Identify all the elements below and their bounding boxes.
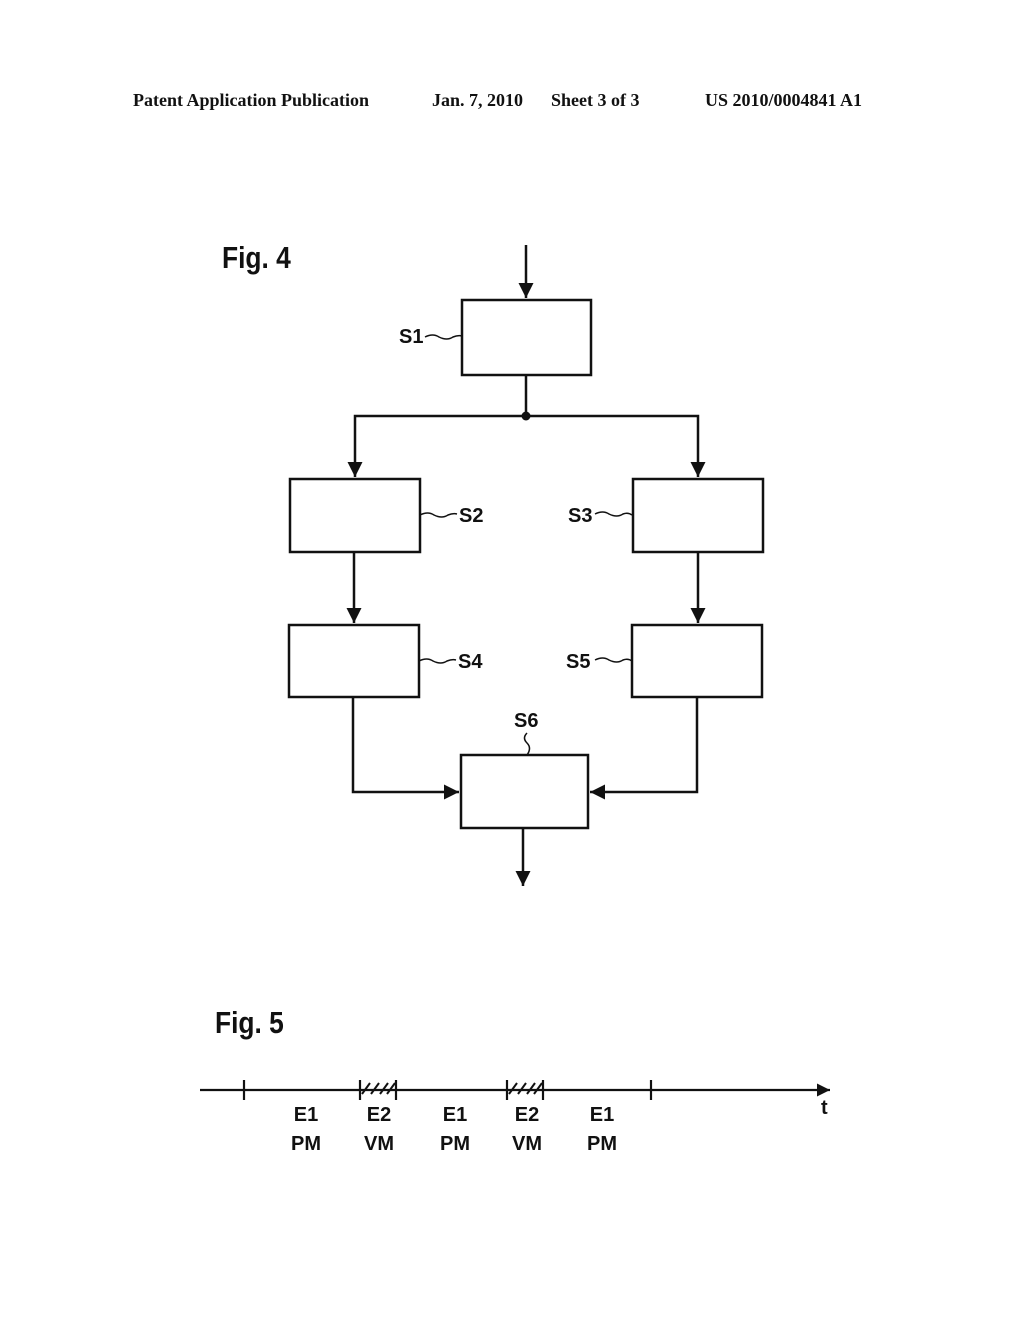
segment-mode-4: E2 (515, 1104, 539, 1126)
step-label-s5: S5 (566, 651, 590, 673)
s5-to-s6-arrow (590, 697, 699, 800)
segment-mode-5: E1 (590, 1104, 614, 1126)
step-box-s3 (631, 477, 765, 554)
step-label-s4: S4 (458, 651, 483, 673)
hatch-segment-2 (508, 1082, 543, 1095)
step-box-s4 (287, 623, 421, 699)
branch-left-line (347, 414, 526, 477)
leader-s5 (594, 657, 633, 663)
step-label-s1: S1 (399, 326, 423, 348)
segment-type-3: PM (440, 1133, 470, 1155)
segment-type-2: VM (364, 1133, 394, 1155)
segment-mode-3: E1 (443, 1104, 467, 1126)
s4-to-s6-arrow (351, 697, 459, 800)
segment-mode-1: E1 (294, 1104, 318, 1126)
segment-type-1: PM (291, 1133, 321, 1155)
segment-mode-2: E2 (367, 1104, 391, 1126)
step-label-s6: S6 (514, 710, 538, 732)
step-box-s5 (630, 623, 764, 699)
step-box-s6 (459, 753, 590, 830)
leader-s2 (419, 512, 458, 518)
leader-s3 (594, 511, 633, 517)
step-label-s2: S2 (459, 505, 483, 527)
branch-right-line (526, 414, 706, 477)
segment-type-5: PM (587, 1133, 617, 1155)
fig5-timeline (200, 1080, 830, 1100)
leader-s6 (523, 732, 531, 756)
hatch-segment-1 (361, 1082, 396, 1095)
leader-s1 (424, 334, 463, 340)
segment-type-4: VM (512, 1133, 542, 1155)
step-box-s1 (460, 298, 593, 377)
step-box-s2 (288, 477, 422, 554)
leader-s4 (418, 658, 457, 664)
step-label-s3: S3 (568, 505, 592, 527)
fig4-flowchart (287, 245, 765, 886)
time-axis-label: t (821, 1097, 828, 1119)
figures-canvas: S1 S2 S3 S4 S5 S6 t E1 PM E2 VM E1 PM E2… (200, 245, 830, 1155)
